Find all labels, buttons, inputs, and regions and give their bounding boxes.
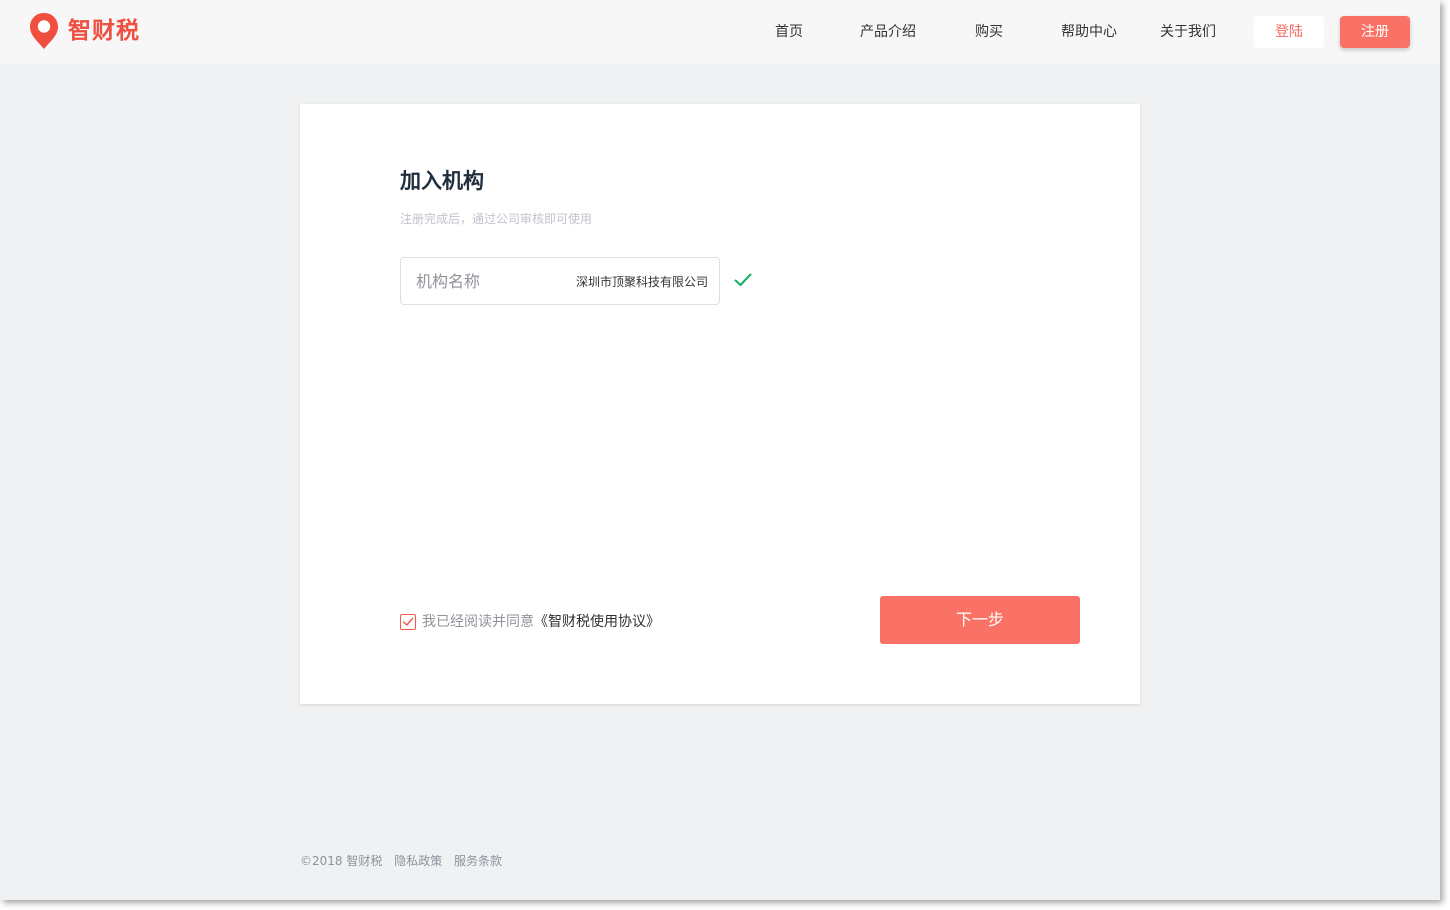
login-button[interactable]: 登陆 [1254, 16, 1324, 48]
nav-item-buy[interactable]: 购买 [975, 22, 1003, 42]
top-header: 智财税 首页 产品介绍 购买 帮助中心 关于我们 登陆 注册 [0, 0, 1440, 64]
nav-item-help[interactable]: 帮助中心 [1061, 22, 1117, 42]
register-button[interactable]: 注册 [1340, 16, 1410, 48]
agreement-row: 我已经阅读并同意 《智财税使用协议》 [400, 612, 660, 632]
nav-item-about[interactable]: 关于我们 [1160, 22, 1216, 42]
app-viewport: 智财税 首页 产品介绍 购买 帮助中心 关于我们 登陆 注册 加入机构 注册完成… [0, 0, 1440, 900]
org-name-value: 深圳市顶聚科技有限公司 [575, 275, 708, 289]
org-name-field[interactable]: 机构名称 深圳市顶聚科技有限公司 [400, 257, 720, 305]
checkbox-check-icon [402, 617, 414, 626]
org-name-label: 机构名称 [416, 272, 481, 291]
agreement-checkbox[interactable] [400, 614, 416, 630]
agreement-text: 我已经阅读并同意 [422, 614, 534, 630]
brand-name: 智财税 [68, 18, 140, 44]
footer-terms-link[interactable]: 服务条款 [454, 854, 502, 868]
check-icon [734, 273, 752, 286]
nav-item-home[interactable]: 首页 [775, 22, 803, 42]
page-subtitle: 注册完成后，通过公司审核即可使用 [400, 212, 593, 226]
location-pin-icon [30, 13, 58, 49]
join-org-card: 加入机构 注册完成后，通过公司审核即可使用 机构名称 深圳市顶聚科技有限公司 我… [300, 104, 1140, 704]
next-step-button[interactable]: 下一步 [880, 596, 1080, 644]
nav-item-products[interactable]: 产品介绍 [860, 22, 916, 42]
page-footer: ©2018 智财税 隐私政策 服务条款 [300, 852, 510, 870]
footer-copyright: ©2018 智财税 [300, 854, 383, 868]
footer-privacy-link[interactable]: 隐私政策 [394, 854, 442, 868]
page-title: 加入机构 [400, 169, 484, 193]
brand-logo[interactable]: 智财税 [28, 12, 140, 50]
agreement-link[interactable]: 《智财税使用协议》 [534, 612, 660, 632]
